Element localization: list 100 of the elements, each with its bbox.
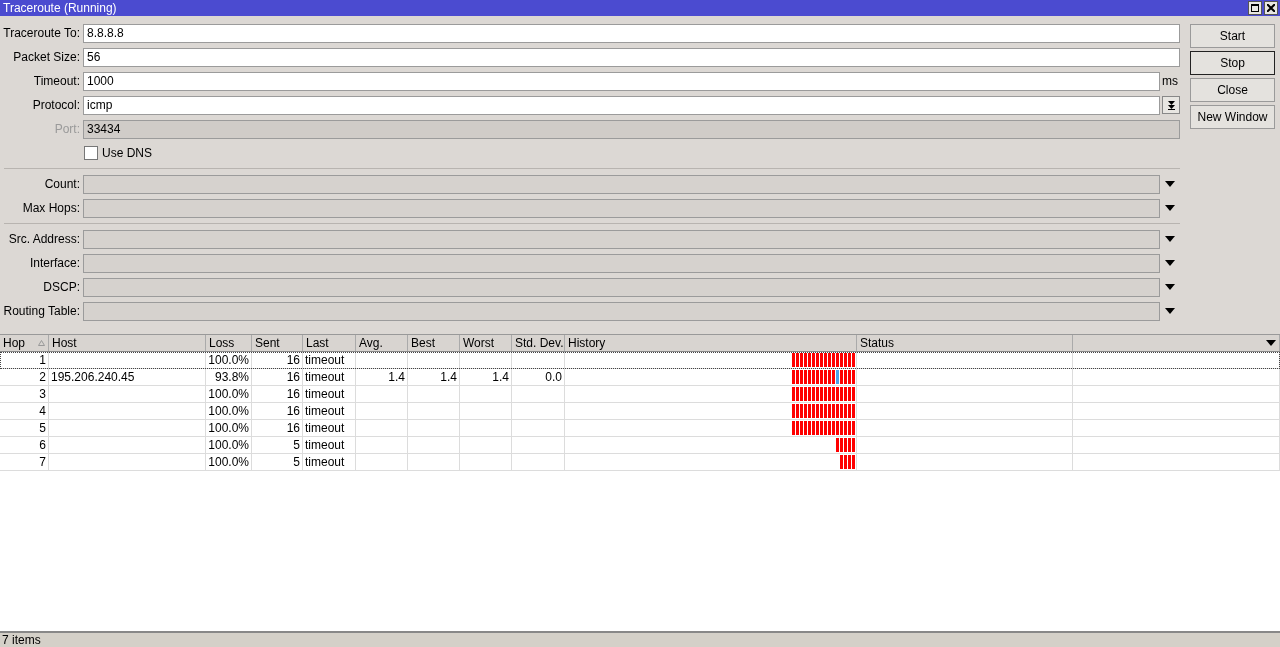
table-cell: 5: [293, 455, 300, 469]
dropdown-button[interactable]: [1162, 96, 1180, 114]
input-field[interactable]: [83, 277, 1160, 297]
window-button[interactable]: Start: [1190, 24, 1275, 48]
use-dns-checkbox[interactable]: [84, 146, 98, 160]
field-label: Count:: [43, 177, 81, 191]
table-cell: 16: [286, 353, 300, 367]
history-bars-drawing: [792, 404, 855, 418]
status-bar: 7 items: [0, 631, 1280, 647]
unit-label: ms: [1161, 74, 1179, 88]
history-bars-drawing: [792, 353, 855, 367]
table-cell: 195.206.240.45: [51, 370, 135, 384]
table-cell: timeout: [305, 404, 345, 418]
field-label: Routing Table:: [2, 304, 81, 318]
input-field[interactable]: [83, 198, 1160, 218]
table-cell: 5: [293, 438, 300, 452]
table-cell: 100.0%: [208, 438, 249, 452]
table-cell: 100.0%: [208, 353, 249, 367]
history-bars-drawing: [840, 455, 855, 469]
checkbox-label: Use DNS: [102, 146, 152, 160]
field-label: Traceroute To:: [2, 26, 81, 40]
history-bars-drawing: [792, 387, 855, 401]
column-header[interactable]: Loss: [206, 335, 252, 351]
table-cell: 1: [39, 353, 46, 367]
column-header[interactable]: Sent: [252, 335, 303, 351]
table-cell: timeout: [305, 353, 345, 367]
field-label: Src. Address:: [7, 232, 81, 246]
table-row[interactable]: 7 100.0% 5 timeout: [0, 454, 1280, 471]
history-bars-drawing: [836, 438, 855, 452]
table-cell: 7: [39, 455, 46, 469]
input-field[interactable]: icmp: [83, 95, 1160, 115]
column-header[interactable]: Status: [857, 335, 1073, 351]
dropdown-arrow-icon[interactable]: [1165, 236, 1175, 242]
input-field[interactable]: [83, 253, 1160, 273]
table-cell: 1.4: [492, 370, 509, 384]
column-header[interactable]: Best: [408, 335, 460, 351]
input-field[interactable]: [83, 301, 1160, 321]
table-row[interactable]: 1 100.0% 16 timeout: [0, 352, 1280, 369]
double-arrow-down-icon: [1166, 100, 1176, 110]
window-title: Traceroute (Running): [3, 0, 118, 16]
column-header[interactable]: Last: [303, 335, 356, 351]
history-bars-drawing: [792, 421, 855, 435]
table-cell: 0.0: [545, 370, 562, 384]
table-row[interactable]: 4 100.0% 16 timeout: [0, 403, 1280, 420]
input-field[interactable]: 1000: [83, 71, 1160, 91]
field-label: DSCP:: [42, 280, 81, 294]
maximize-icon[interactable]: [1248, 1, 1262, 15]
table-cell: 1.4: [388, 370, 405, 384]
column-header[interactable]: Host: [49, 335, 206, 351]
table-cell: 5: [39, 421, 46, 435]
field-label: Port:: [53, 122, 81, 136]
table-cell: 1.4: [440, 370, 457, 384]
window-button[interactable]: New Window: [1190, 105, 1275, 129]
table-cell: 100.0%: [208, 455, 249, 469]
field-label: Protocol:: [31, 98, 81, 112]
history-bars-drawing: [792, 370, 855, 384]
table-cell: timeout: [305, 387, 345, 401]
dropdown-arrow-icon[interactable]: [1165, 181, 1175, 187]
table-cell: 100.0%: [208, 404, 249, 418]
table-row[interactable]: 3 100.0% 16 timeout: [0, 386, 1280, 403]
column-header[interactable]: Worst: [460, 335, 512, 351]
table-cell: 4: [39, 404, 46, 418]
field-label: Packet Size:: [12, 50, 81, 64]
table-cell: 16: [286, 387, 300, 401]
column-menu-arrow-icon[interactable]: [1266, 340, 1276, 346]
field-label: Timeout:: [32, 74, 81, 88]
window-button[interactable]: Stop: [1190, 51, 1275, 75]
input-field[interactable]: 56: [83, 47, 1180, 67]
table-row[interactable]: 2 195.206.240.45 93.8% 16 timeout 1.4 1.4 1.4 0.0: [0, 369, 1280, 386]
column-header[interactable]: Hop: [0, 335, 49, 351]
table-cell: 93.8%: [214, 370, 249, 384]
table-row[interactable]: 5 100.0% 16 timeout: [0, 420, 1280, 437]
table-cell: timeout: [305, 370, 345, 384]
table-cell: 100.0%: [208, 387, 249, 401]
table-cell: 2: [39, 370, 46, 384]
table-cell: timeout: [305, 421, 345, 435]
dropdown-arrow-icon[interactable]: [1165, 308, 1175, 314]
table-cell: 16: [286, 421, 300, 435]
table-cell: timeout: [305, 455, 345, 469]
field-label: Interface:: [28, 256, 81, 270]
window-button[interactable]: Close: [1190, 78, 1275, 102]
input-field[interactable]: [83, 229, 1160, 249]
table-cell: 6: [39, 438, 46, 452]
table-cell: 16: [286, 370, 300, 384]
dropdown-arrow-icon[interactable]: [1165, 284, 1175, 290]
input-field[interactable]: [83, 174, 1160, 194]
table-cell: 3: [39, 387, 46, 401]
close-icon[interactable]: [1264, 1, 1278, 15]
column-header[interactable]: History: [565, 335, 857, 351]
dropdown-arrow-icon[interactable]: [1165, 205, 1175, 211]
column-header[interactable]: Avg.: [356, 335, 408, 351]
field-label: Max Hops:: [21, 201, 81, 215]
table-cell: 16: [286, 404, 300, 418]
column-header[interactable]: Std. Dev.: [512, 335, 565, 351]
table-cell: 100.0%: [208, 421, 249, 435]
table-row[interactable]: 6 100.0% 5 timeout: [0, 437, 1280, 454]
input-field[interactable]: 8.8.8.8: [83, 23, 1180, 43]
dropdown-arrow-icon[interactable]: [1165, 260, 1175, 266]
table-cell: timeout: [305, 438, 345, 452]
sort-arrow-icon: [38, 340, 45, 346]
